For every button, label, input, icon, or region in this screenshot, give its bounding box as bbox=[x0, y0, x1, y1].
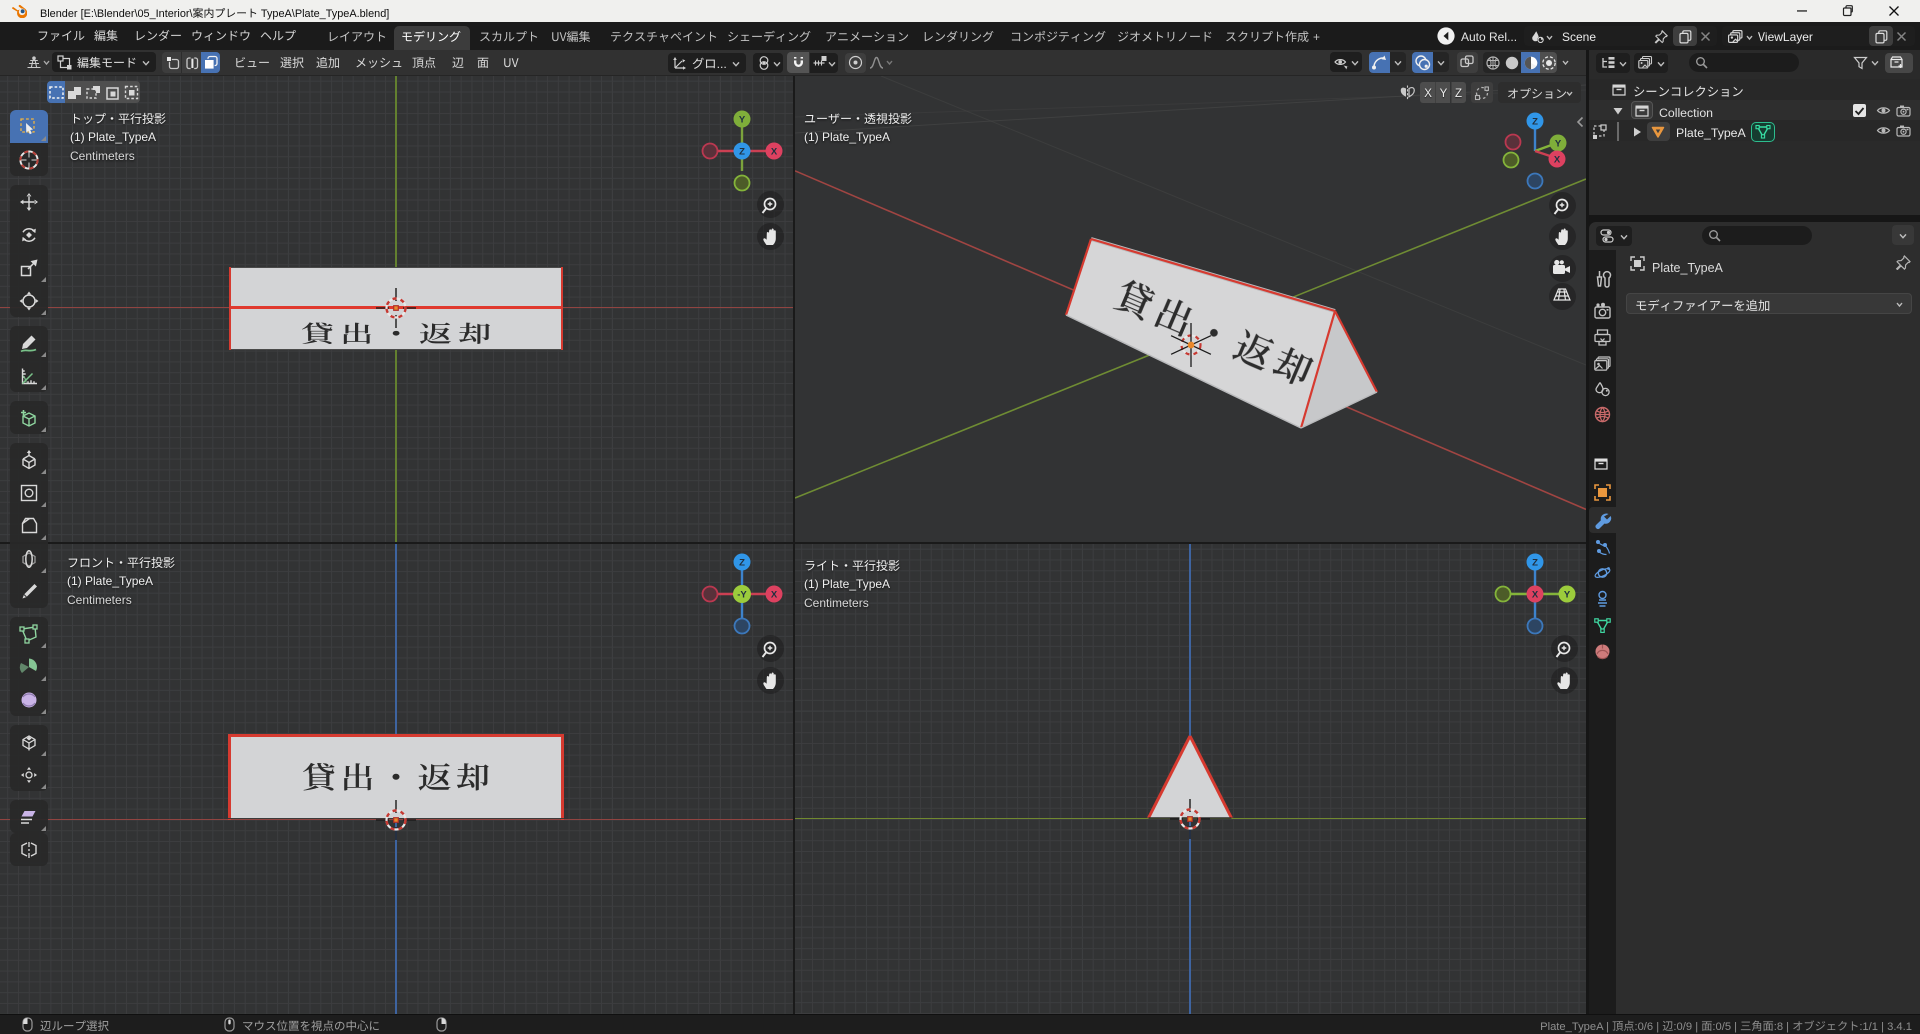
svg-text:Y: Y bbox=[1555, 138, 1562, 149]
svg-text:Z: Z bbox=[739, 557, 745, 568]
svg-text:Z: Z bbox=[1532, 116, 1538, 127]
svg-text:Y: Y bbox=[739, 114, 746, 125]
svg-text:X: X bbox=[1532, 589, 1539, 600]
svg-text:Z: Z bbox=[1532, 557, 1538, 568]
svg-text:Y: Y bbox=[1564, 589, 1571, 600]
svg-text:X: X bbox=[1554, 154, 1561, 165]
svg-text:X: X bbox=[771, 146, 778, 157]
svg-text:X: X bbox=[771, 589, 778, 600]
svg-text:Z: Z bbox=[739, 146, 745, 157]
svg-text:-Y: -Y bbox=[737, 589, 747, 600]
